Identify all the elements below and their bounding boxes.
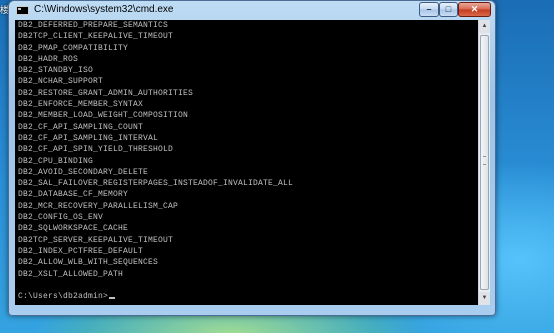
console-line: DB2_CF_API_SAMPLING_COUNT: [18, 122, 144, 132]
console-line: DB2_DATABASE_CF_MEMORY: [18, 190, 129, 200]
console-line: DB2_XSLT_ALLOWED_PATH: [18, 269, 124, 279]
console-line: DB2_RESTORE_GRANT_ADMIN_AUTHORITIES: [18, 88, 194, 98]
title-bar[interactable]: C:\Windows\system32\cmd.exe – □ ✕: [9, 1, 495, 21]
maximize-button[interactable]: □: [439, 2, 458, 17]
scrollbar-grip-icon: [483, 156, 486, 165]
console-lines: DB2_DEFERRED_PREPARE_SEMANTICS DB2TCP_CL…: [18, 20, 293, 280]
console-line: DB2_ENFORCE_MEMBER_SYNTAX: [18, 100, 144, 110]
console-line: DB2_CF_API_SAMPLING_INTERVAL: [18, 133, 159, 143]
console-line: DB2_STANDBY_ISO: [18, 66, 94, 76]
window-title: C:\Windows\system32\cmd.exe: [34, 4, 174, 15]
console-line: DB2_PMAP_COMPATIBILITY: [18, 43, 129, 53]
console-line: DB2_ALLOW_WLB_WITH_SEQUENCES: [18, 258, 159, 268]
command-prompt[interactable]: C:\Users\db2admin>: [18, 292, 116, 301]
console-line: DB2_MEMBER_LOAD_WEIGHT_COMPOSITION: [18, 111, 189, 121]
console-line: DB2TCP_CLIENT_KEEPALIVE_TIMEOUT: [18, 32, 174, 42]
minimize-button[interactable]: –: [419, 2, 439, 17]
console-line: DB2_SAL_FAILOVER_REGISTERPAGES_INSTEADOF…: [18, 179, 294, 189]
console-line: DB2_CF_API_SPIN_YIELD_THRESHOLD: [18, 145, 174, 155]
console-line: DB2_NCHAR_SUPPORT: [18, 77, 104, 87]
console-line: DB2_AVOID_SECONDARY_DELETE: [18, 167, 149, 177]
console-line: DB2_CONFIG_OS_ENV: [18, 213, 104, 223]
console-line: DB2_SQLWORKSPACE_CACHE: [18, 224, 129, 234]
console-output[interactable]: DB2_DEFERRED_PREPARE_SEMANTICS DB2TCP_CL…: [15, 20, 478, 305]
cmd-app-icon[interactable]: [16, 6, 29, 15]
scroll-down-arrow-icon[interactable]: ▼: [479, 292, 490, 305]
cmd-window[interactable]: C:\Windows\system32\cmd.exe – □ ✕ DB2_DE…: [8, 0, 496, 316]
console-line: DB2_DEFERRED_PREPARE_SEMANTICS: [18, 21, 169, 30]
console-line: DB2_MCR_RECOVERY_PARALLELISM_CAP: [18, 201, 179, 211]
prompt-text: C:\Users\db2admin>: [18, 292, 109, 301]
close-button[interactable]: ✕: [458, 2, 491, 17]
console-line: DB2_INDEX_PCTFREE_DEFAULT: [18, 246, 144, 256]
console-line: DB2_HADR_ROS: [18, 54, 79, 64]
scroll-up-arrow-icon[interactable]: ▲: [479, 20, 490, 33]
console-line: DB2_CPU_BINDING: [18, 156, 94, 166]
text-cursor: [109, 297, 116, 299]
vertical-scrollbar[interactable]: ▲ ▼: [478, 20, 490, 305]
console-line: DB2TCP_SERVER_KEEPALIVE_TIMEOUT: [18, 235, 174, 245]
scrollbar-thumb[interactable]: [480, 35, 489, 290]
